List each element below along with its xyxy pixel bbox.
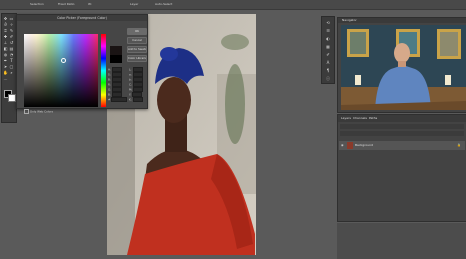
lab-cmyk-fields: L: a: b: C: M: Y: K: — [129, 67, 144, 102]
navigator-tab-bar: Navigator — [338, 18, 466, 23]
layer-thumbnail — [347, 142, 353, 149]
field-label: K: — [129, 97, 132, 102]
field-label: H: — [108, 67, 112, 72]
options-item[interactable]: Selection — [30, 2, 44, 6]
options-item[interactable]: Fixed Ratio — [58, 2, 74, 6]
lasso-icon[interactable]: ϑ — [3, 22, 8, 27]
ok-button[interactable]: OK — [127, 28, 147, 35]
zoom-icon[interactable]: ⌕ — [9, 70, 14, 75]
layer-filter-bar[interactable] — [340, 124, 464, 129]
options-item[interactable]: Auto-Select — [155, 2, 172, 6]
only-web-colors-option[interactable]: Only Web Colors — [24, 109, 53, 114]
hand-icon[interactable]: ✋ — [3, 70, 8, 75]
field-label: Y: — [129, 92, 132, 97]
color-libraries-button[interactable]: Color Libraries — [127, 55, 147, 62]
swatches-icon[interactable]: ▦ — [325, 44, 331, 49]
paragraph-icon[interactable]: ¶ — [325, 68, 331, 73]
tab-channels[interactable]: Channels — [353, 116, 367, 120]
color-field[interactable] — [24, 34, 98, 107]
path-select-icon[interactable]: ➤ — [3, 64, 8, 69]
current-color-swatch — [110, 55, 122, 63]
layer-name: Background — [355, 143, 373, 147]
field-label: B: — [108, 92, 111, 97]
field-label: G: — [108, 87, 112, 92]
new-color-swatch — [110, 46, 122, 55]
color-picker-dialog: Color Picker (Foreground Color) OK Cance… — [16, 14, 148, 114]
checkbox[interactable] — [24, 109, 29, 114]
field-label: a: — [129, 72, 132, 77]
blur-icon[interactable]: ◍ — [3, 52, 8, 57]
magic-wand-icon[interactable]: ✧ — [9, 22, 14, 27]
move-icon[interactable]: ✥ — [3, 16, 8, 21]
crop-icon[interactable]: ⌗ — [3, 28, 8, 33]
character-icon[interactable]: A — [325, 60, 331, 65]
healing-icon[interactable]: ✚ — [3, 34, 8, 39]
history-icon[interactable]: ⟲ — [325, 20, 331, 25]
field-label: L: — [129, 67, 132, 72]
lock-icon: 🔒 — [457, 143, 461, 147]
field-label: M: — [129, 87, 133, 92]
field-label: b: — [129, 77, 132, 82]
layer-row[interactable]: ◉ Background 🔒 — [339, 141, 465, 150]
dialog-title: Color Picker (Foreground Color) — [17, 15, 147, 21]
webcam-preview — [341, 25, 466, 110]
tab-navigator[interactable]: Navigator — [342, 18, 357, 22]
info-icon[interactable]: ⓘ — [325, 76, 331, 81]
background-color-swatch[interactable] — [8, 94, 16, 102]
color-field-cursor[interactable] — [61, 58, 66, 63]
brush-icon[interactable]: ✐ — [9, 34, 14, 39]
only-web-colors-label: Only Web Colors — [29, 109, 53, 114]
shape-icon[interactable]: ▢ — [9, 64, 14, 69]
tab-paths[interactable]: Paths — [369, 116, 377, 120]
pen-icon[interactable]: ✒ — [3, 58, 8, 63]
collapsed-panels-strip: ⟲ ☰ ◐ ▦ ✐ A ¶ ⓘ — [321, 16, 335, 84]
stamp-icon[interactable]: ⊥ — [3, 40, 8, 45]
value-input[interactable] — [132, 97, 143, 102]
eyedropper-icon[interactable]: ✎ — [9, 28, 14, 33]
cancel-button[interactable]: Cancel — [127, 37, 147, 44]
layers-panel: Layers Channels Paths ◉ Background 🔒 — [337, 114, 466, 222]
options-item[interactable]: W: — [88, 2, 92, 6]
tab-layers[interactable]: Layers — [341, 116, 351, 120]
layers-tab-bar: Layers Channels Paths — [338, 115, 466, 122]
options-bar: Selection Fixed Ratio W: Layer Auto-Sele… — [0, 0, 466, 10]
brush-settings-icon[interactable]: ✐ — [325, 52, 331, 57]
field-label: S: — [108, 72, 111, 77]
hex-input[interactable] — [111, 97, 128, 102]
add-to-swatches-button[interactable]: Add to Swatches — [127, 46, 147, 53]
field-label: # — [108, 97, 111, 102]
type-icon[interactable]: T — [9, 58, 14, 63]
dodge-icon[interactable]: ◔ — [9, 52, 14, 57]
properties-icon[interactable]: ☰ — [325, 28, 331, 33]
history-brush-icon[interactable]: ↺ — [9, 40, 14, 45]
eraser-icon[interactable]: ◧ — [3, 46, 8, 51]
marquee-icon[interactable]: ▭ — [9, 16, 14, 21]
hue-slider[interactable] — [101, 34, 106, 107]
navigator-panel: Navigator — [337, 17, 466, 113]
presenter-video — [341, 25, 466, 110]
blend-mode-bar[interactable] — [340, 131, 464, 136]
field-label: B: — [108, 77, 111, 82]
gradient-icon[interactable]: ▤ — [9, 46, 14, 51]
visibility-eye-icon[interactable]: ◉ — [341, 143, 344, 147]
tools-panel: ✥ ▭ ϑ ✧ ⌗ ✎ ✚ ✐ ⊥ ↺ ◧ ▤ ◍ ◔ ✒ T ➤ ▢ ✋ ⌕ … — [1, 13, 17, 123]
adjustments-icon[interactable]: ◐ — [325, 36, 331, 41]
hsb-fields: H: S: B: R: G: B: # — [108, 67, 128, 102]
options-item[interactable]: Layer — [130, 2, 138, 6]
panel-footer-area — [337, 223, 466, 259]
field-label: C: — [129, 82, 132, 87]
more-tools-icon[interactable]: … — [3, 76, 8, 81]
field-label: R: — [108, 82, 111, 87]
